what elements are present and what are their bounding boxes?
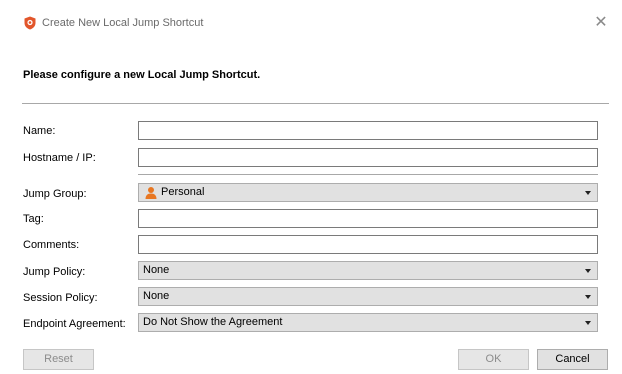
chevron-down-icon [585, 321, 591, 325]
form-divider [138, 174, 598, 175]
hostname-label: Hostname / IP: [23, 152, 96, 164]
ok-button[interactable]: OK [458, 349, 529, 370]
session-policy-select[interactable]: None [138, 287, 598, 306]
header-divider [22, 103, 609, 104]
session-policy-label: Session Policy: [23, 292, 98, 304]
title-bar: Create New Local Jump Shortcut ✕ [0, 0, 622, 44]
comments-label: Comments: [23, 239, 80, 251]
hostname-input[interactable] [138, 148, 598, 167]
reset-button[interactable]: Reset [23, 349, 94, 370]
name-label: Name: [23, 125, 56, 137]
chevron-down-icon [585, 295, 591, 299]
endpoint-agreement-value: Do Not Show the Agreement [143, 316, 283, 328]
jump-group-value: Personal [161, 186, 205, 198]
cancel-button[interactable]: Cancel [537, 349, 608, 370]
chevron-down-icon [585, 269, 591, 273]
dialog-heading: Please configure a new Local Jump Shortc… [23, 69, 261, 81]
name-input[interactable] [138, 121, 598, 140]
tag-input[interactable] [138, 209, 598, 228]
jump-policy-label: Jump Policy: [23, 266, 86, 278]
app-shield-icon [24, 16, 36, 30]
jump-policy-select[interactable]: None [138, 261, 598, 280]
close-button[interactable]: ✕ [590, 12, 612, 34]
jump-group-label: Jump Group: [23, 188, 87, 200]
comments-input[interactable] [138, 235, 598, 254]
person-icon [145, 187, 157, 199]
endpoint-agreement-label: Endpoint Agreement: [23, 318, 126, 330]
chevron-down-icon [585, 191, 591, 195]
jump-group-select[interactable]: Personal [138, 183, 598, 202]
window-title: Create New Local Jump Shortcut [42, 17, 204, 29]
endpoint-agreement-select[interactable]: Do Not Show the Agreement [138, 313, 598, 332]
jump-policy-value: None [143, 264, 170, 276]
session-policy-value: None [143, 290, 170, 302]
tag-label: Tag: [23, 213, 44, 225]
close-icon: ✕ [594, 14, 608, 31]
